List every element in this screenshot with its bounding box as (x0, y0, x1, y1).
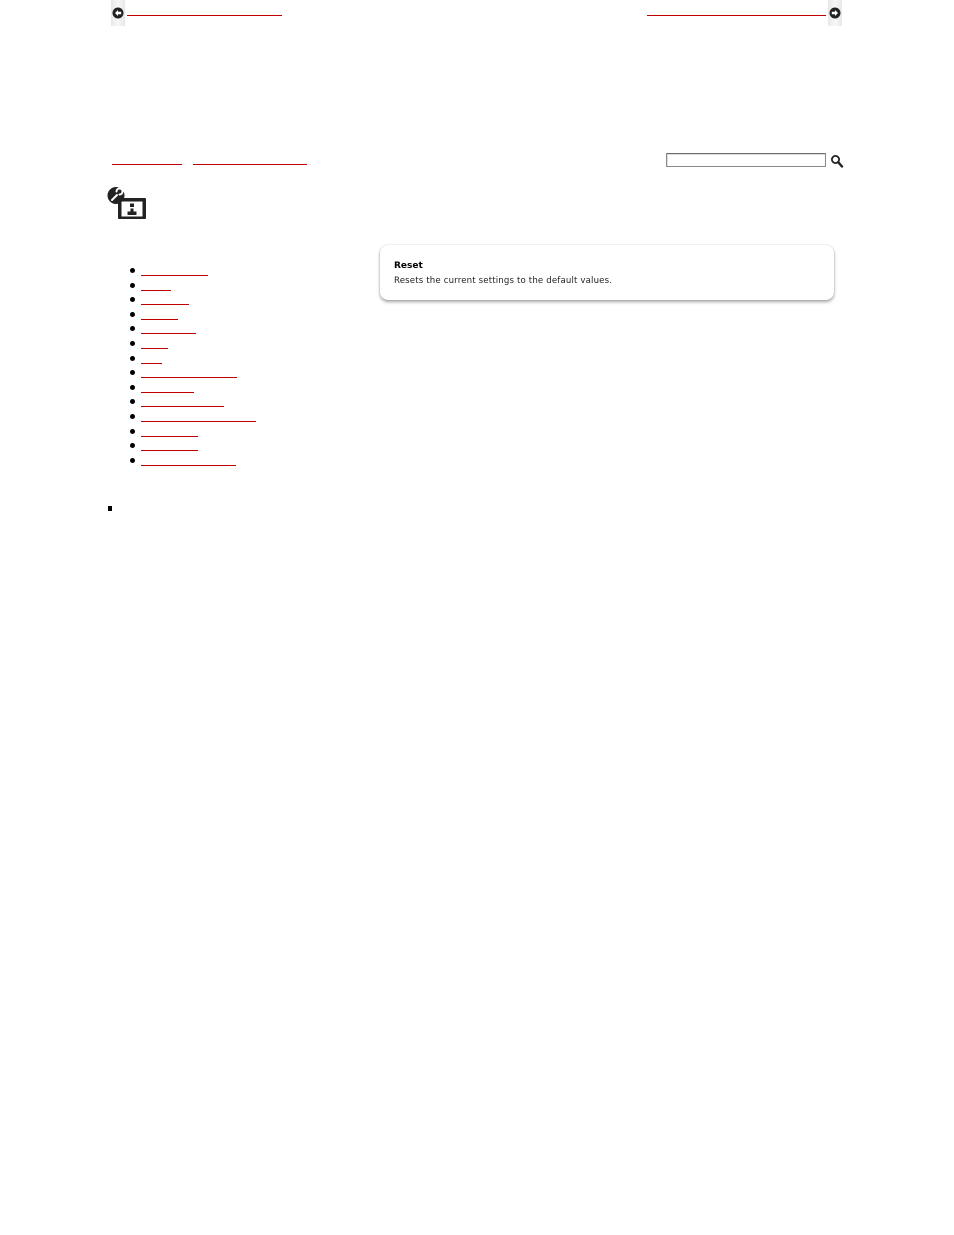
settings-nav-list (128, 265, 256, 469)
bullet-icon (130, 340, 135, 346)
nav-item (128, 265, 256, 280)
bullet-icon (130, 457, 135, 463)
nav-item (128, 338, 256, 353)
search-icon[interactable] (830, 153, 844, 168)
bullet-icon (130, 413, 135, 419)
nav-link[interactable] (141, 426, 198, 437)
setting-card: Reset Resets the current settings to the… (380, 245, 834, 300)
nav-link[interactable] (141, 280, 171, 291)
nav-item (128, 323, 256, 338)
card-title: Reset (394, 261, 423, 271)
square-bullet-icon (108, 506, 112, 511)
card-description: Resets the current settings to the defau… (394, 276, 613, 286)
nav-item (128, 396, 256, 411)
bullet-icon (130, 370, 135, 376)
nav-link[interactable] (141, 294, 189, 306)
bullet-icon (130, 282, 135, 288)
nav-link[interactable] (141, 411, 256, 422)
nav-link[interactable] (141, 265, 208, 276)
arrow-right-circle-icon[interactable] (828, 0, 842, 26)
nav-item (128, 426, 256, 441)
bullet-icon (130, 297, 135, 303)
bullet-icon (130, 428, 135, 434)
arrow-left-circle-icon[interactable] (111, 0, 125, 26)
nav-link[interactable] (141, 396, 224, 408)
nav-item (128, 280, 256, 295)
settings-icon (106, 186, 150, 222)
nav-item (128, 455, 256, 470)
nav-item (128, 309, 256, 324)
nav-item (128, 294, 256, 309)
breadcrumb-link-1[interactable] (112, 154, 182, 165)
bullet-icon (130, 443, 135, 449)
search-bar (666, 153, 844, 169)
nav-link[interactable] (141, 440, 198, 452)
nav-link[interactable] (141, 338, 168, 349)
nav-link[interactable] (141, 323, 196, 335)
nav-link[interactable] (141, 455, 236, 466)
bullet-icon (130, 399, 135, 405)
prev-page-link[interactable] (127, 5, 282, 16)
nav-item (128, 353, 256, 368)
breadcrumb-link-2[interactable] (193, 154, 307, 165)
nav-item (128, 411, 256, 426)
nav-link[interactable] (141, 382, 194, 393)
nav-item (128, 382, 256, 397)
nav-item (128, 367, 256, 382)
nav-link[interactable] (141, 353, 162, 364)
next-page-link[interactable] (647, 5, 826, 16)
nav-link[interactable] (141, 309, 178, 320)
bullet-icon (130, 311, 135, 317)
bullet-icon (130, 384, 135, 390)
nav-link[interactable] (141, 367, 237, 379)
bullet-icon (130, 355, 135, 361)
search-input[interactable] (666, 153, 826, 167)
nav-item (128, 440, 256, 455)
bullet-icon (130, 268, 135, 273)
bullet-icon (130, 326, 135, 332)
